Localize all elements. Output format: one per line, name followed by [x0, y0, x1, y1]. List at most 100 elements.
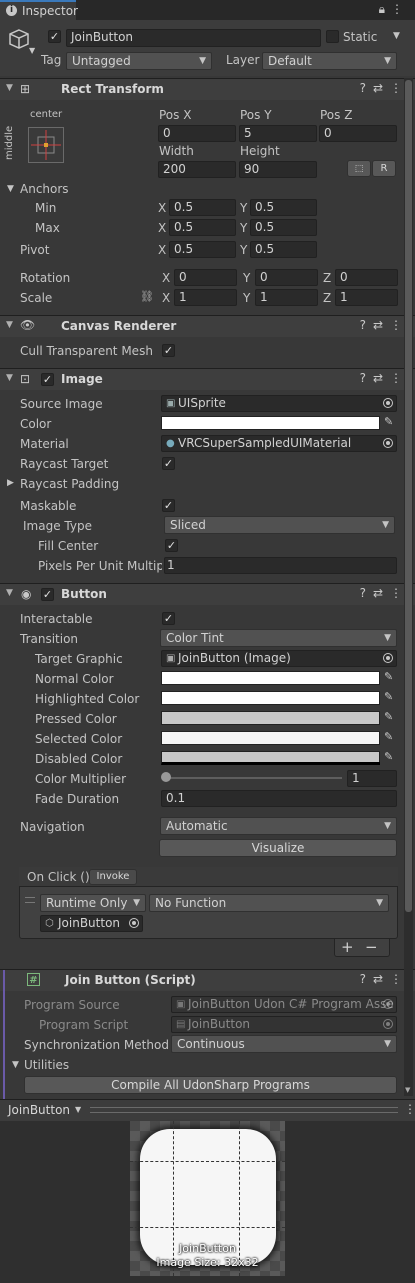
help-icon[interactable]: ?	[360, 81, 373, 95]
fill-center-checkbox[interactable]: ✓	[165, 539, 178, 552]
pivot-x-field[interactable]: 0.5	[169, 241, 236, 258]
navigation-dropdown[interactable]: Automatic ▼	[160, 817, 397, 835]
color-multiplier-slider-handle[interactable]	[161, 772, 171, 782]
component-menu-icons[interactable]: ?⇄⋮	[360, 371, 409, 385]
transition-dropdown[interactable]: Color Tint ▼	[160, 629, 397, 647]
ppu-multiplier-field[interactable]: 1	[164, 557, 397, 574]
source-image-field[interactable]: ▣ UISprite	[161, 395, 397, 412]
component-menu-icons[interactable]: ?⇄⋮	[360, 318, 409, 332]
sync-method-dropdown[interactable]: Continuous ▼	[171, 1035, 397, 1053]
raycast-padding-fold-icon[interactable]: ▶	[7, 478, 14, 488]
settings-icon[interactable]: ⇄	[373, 371, 390, 385]
fold-arrow-icon[interactable]: ▼	[6, 83, 13, 93]
utilities-fold-icon[interactable]: ▼	[12, 1060, 19, 1070]
remove-event-button[interactable]: −	[365, 938, 378, 956]
eyedropper-icon[interactable]: ✎	[384, 690, 393, 703]
preview-dropdown-icon[interactable]: ▼	[75, 1105, 81, 1114]
interactable-checkbox[interactable]: ✓	[162, 612, 175, 625]
rect-transform-header[interactable]: ▼ ⊞ Rect Transform ?⇄⋮	[0, 78, 415, 100]
eyedropper-icon[interactable]: ✎	[384, 750, 393, 763]
eyedropper-icon[interactable]: ✎	[384, 670, 393, 683]
more-icon[interactable]: ⋮	[391, 2, 409, 16]
pressed-color-swatch[interactable]	[161, 711, 380, 725]
scale-z-field[interactable]: 1	[335, 289, 398, 306]
visualize-button[interactable]: Visualize	[159, 839, 397, 857]
preview-title[interactable]: JoinButton	[8, 1103, 70, 1117]
image-enabled-checkbox[interactable]: ✓	[41, 373, 54, 386]
pos-z-field[interactable]: 0	[319, 125, 397, 142]
rotation-x-field[interactable]: 0	[174, 269, 237, 286]
runtime-dropdown[interactable]: Runtime Only ▼	[40, 894, 146, 912]
gameobject-name-field[interactable]: JoinButton	[66, 29, 321, 47]
anchor-preset-button[interactable]	[28, 127, 64, 163]
color-multiplier-slider-track[interactable]	[164, 777, 342, 779]
settings-icon[interactable]: ⇄	[373, 972, 390, 986]
object-picker-icon[interactable]	[383, 653, 393, 663]
tab-inspector[interactable]: i Inspector	[0, 0, 78, 20]
function-dropdown[interactable]: No Function ▼	[149, 894, 389, 912]
material-field[interactable]: ● VRCSuperSampledUIMaterial	[161, 435, 397, 452]
component-menu-icons[interactable]: ?⇄⋮	[360, 972, 409, 986]
blueprint-mode-button[interactable]: ⬚	[347, 160, 371, 177]
help-icon[interactable]: ?	[360, 586, 373, 600]
icon-dropdown-arrow-icon[interactable]: ▼	[29, 46, 35, 55]
eyedropper-icon[interactable]: ✎	[384, 415, 393, 428]
anchors-fold-icon[interactable]: ▼	[7, 184, 14, 194]
settings-icon[interactable]: ⇄	[373, 586, 390, 600]
image-type-dropdown[interactable]: Sliced ▼	[164, 516, 395, 534]
eyedropper-icon[interactable]: ✎	[384, 730, 393, 743]
fold-arrow-icon[interactable]: ▼	[6, 588, 13, 598]
anchor-max-x-field[interactable]: 0.5	[169, 219, 236, 236]
cull-transparent-checkbox[interactable]: ✓	[162, 344, 175, 357]
button-enabled-checkbox[interactable]: ✓	[41, 588, 54, 601]
scale-y-field[interactable]: 1	[255, 289, 318, 306]
pos-y-field[interactable]: 5	[239, 125, 317, 142]
settings-icon[interactable]: ⇄	[373, 81, 390, 95]
settings-icon[interactable]: ⇄	[373, 318, 390, 332]
more-icon[interactable]: ⋮	[404, 1102, 415, 1116]
layer-dropdown[interactable]: Default ▼	[262, 52, 397, 70]
width-field[interactable]: 200	[158, 161, 236, 178]
invoke-button[interactable]: Invoke	[89, 869, 137, 885]
preview-resize-handle[interactable]	[90, 1107, 398, 1113]
highlighted-color-swatch[interactable]	[161, 691, 380, 705]
maskable-checkbox[interactable]: ✓	[162, 499, 175, 512]
anchor-min-y-field[interactable]: 0.5	[250, 199, 317, 216]
eyedropper-icon[interactable]: ✎	[384, 710, 393, 723]
tag-dropdown[interactable]: Untagged ▼	[66, 52, 212, 70]
pivot-y-field[interactable]: 0.5	[250, 241, 317, 258]
onclick-target-field[interactable]: ⬡ JoinButton	[40, 915, 143, 932]
height-field[interactable]: 90	[239, 161, 317, 178]
script-header[interactable]: # Join Button (Script) ?⇄⋮	[0, 969, 415, 1100]
raycast-target-checkbox[interactable]: ✓	[162, 457, 175, 470]
selected-color-swatch[interactable]	[161, 731, 380, 745]
object-picker-icon[interactable]	[383, 438, 393, 448]
scale-x-field[interactable]: 1	[174, 289, 237, 306]
button-header[interactable]: ▼ ◉ ✓ Button ?⇄⋮	[0, 583, 415, 605]
image-color-swatch[interactable]	[161, 416, 380, 430]
drag-handle-icon[interactable]	[25, 897, 35, 903]
canvas-renderer-header[interactable]: ▼ 👁︎ Canvas Renderer ?⇄⋮	[0, 315, 415, 337]
image-header[interactable]: ▼ ⊡ ✓ Image ?⇄⋮	[0, 368, 415, 390]
lock-icon[interactable]: 🔒︎	[379, 2, 391, 16]
anchor-max-y-field[interactable]: 0.5	[250, 219, 317, 236]
static-dropdown-icon[interactable]: ▼	[393, 31, 400, 41]
object-picker-icon[interactable]	[129, 918, 139, 928]
tab-menu-icons[interactable]: 🔒︎⋮	[379, 2, 409, 17]
compile-all-button[interactable]: Compile All UdonSharp Programs	[24, 1076, 397, 1094]
add-event-button[interactable]: +	[341, 938, 354, 956]
target-graphic-field[interactable]: ▣ JoinButton (Image)	[161, 650, 397, 667]
gameobject-active-checkbox[interactable]: ✓	[48, 30, 61, 43]
rotation-z-field[interactable]: 0	[335, 269, 398, 286]
pos-x-field[interactable]: 0	[158, 125, 236, 142]
scroll-down-arrow-icon[interactable]: ▼	[405, 1086, 410, 1094]
fade-duration-field[interactable]: 0.1	[161, 790, 397, 807]
static-checkbox[interactable]	[326, 30, 339, 43]
component-menu-icons[interactable]: ?⇄⋮	[360, 586, 409, 600]
help-icon[interactable]: ?	[360, 371, 373, 385]
fold-arrow-icon[interactable]: ▼	[6, 320, 13, 330]
raw-edit-button[interactable]: R	[372, 160, 396, 177]
inspector-scrollbar-thumb[interactable]	[405, 80, 412, 912]
color-multiplier-field[interactable]: 1	[347, 770, 397, 787]
fold-arrow-icon[interactable]: ▼	[6, 373, 13, 383]
